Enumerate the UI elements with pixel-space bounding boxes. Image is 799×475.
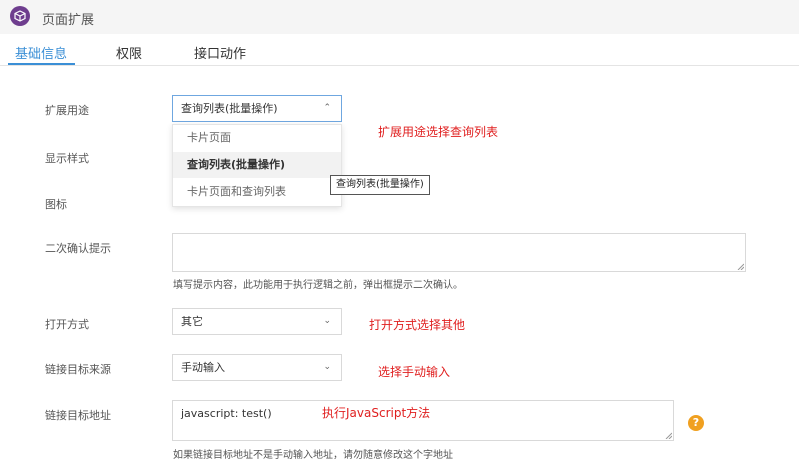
tab-basic-info[interactable]: 基础信息 (15, 43, 67, 62)
annotation-extension-use: 扩展用途选择查询列表 (378, 125, 499, 139)
tab-api-actions[interactable]: 接口动作 (194, 43, 246, 62)
annotation-open-mode: 打开方式选择其他 (369, 318, 466, 332)
link-url-label: 链接目标地址 (45, 409, 111, 422)
chevron-down-icon: ⌄ (323, 316, 331, 326)
link-source-label: 链接目标来源 (45, 363, 111, 376)
resize-grip-icon[interactable] (737, 263, 744, 270)
cube-icon (10, 6, 30, 26)
link-source-select[interactable]: 手动输入 ⌄ (172, 354, 342, 381)
chevron-down-icon: ⌄ (323, 362, 331, 372)
open-mode-value: 其它 (181, 315, 203, 328)
extension-use-select[interactable]: 查询列表(批量操作) ⌃ (172, 95, 342, 122)
resize-grip-icon[interactable] (665, 432, 672, 439)
confirm-prompt-label: 二次确认提示 (45, 242, 111, 255)
display-style-label: 显示样式 (45, 152, 89, 165)
dropdown-option-card-page[interactable]: 卡片页面 (173, 125, 341, 151)
option-tooltip: 查询列表(批量操作) (330, 175, 430, 195)
extension-use-dropdown: 卡片页面 查询列表(批量操作) 卡片页面和查询列表 (172, 124, 342, 207)
icon-label: 图标 (45, 198, 67, 211)
extension-use-label: 扩展用途 (45, 104, 89, 117)
annotation-link-url: 执行JavaScript方法 (322, 406, 431, 420)
link-url-hint: 如果链接目标地址不是手动输入地址，请勿随意修改这个字地址 (173, 450, 453, 461)
page-header: 页面扩展 (0, 0, 799, 34)
extension-use-value: 查询列表(批量操作) (181, 102, 278, 115)
page-title: 页面扩展 (42, 13, 95, 28)
link-source-value: 手动输入 (181, 361, 225, 374)
annotation-link-source: 选择手动输入 (378, 365, 451, 379)
chevron-up-icon: ⌃ (323, 103, 331, 113)
tab-permissions[interactable]: 权限 (116, 43, 142, 62)
confirm-prompt-hint: 填写提示内容，此功能用于执行逻辑之前，弹出框提示二次确认。 (173, 280, 463, 291)
open-mode-label: 打开方式 (45, 318, 89, 331)
dropdown-option-card-and-list[interactable]: 卡片页面和查询列表 (173, 179, 341, 205)
help-icon[interactable]: ? (688, 415, 704, 431)
open-mode-select[interactable]: 其它 ⌄ (172, 308, 342, 335)
tab-bar: 基础信息 权限 接口动作 (0, 34, 799, 66)
confirm-prompt-textarea[interactable] (172, 233, 746, 272)
active-tab-indicator (8, 63, 75, 65)
dropdown-option-query-list[interactable]: 查询列表(批量操作) (173, 152, 341, 178)
